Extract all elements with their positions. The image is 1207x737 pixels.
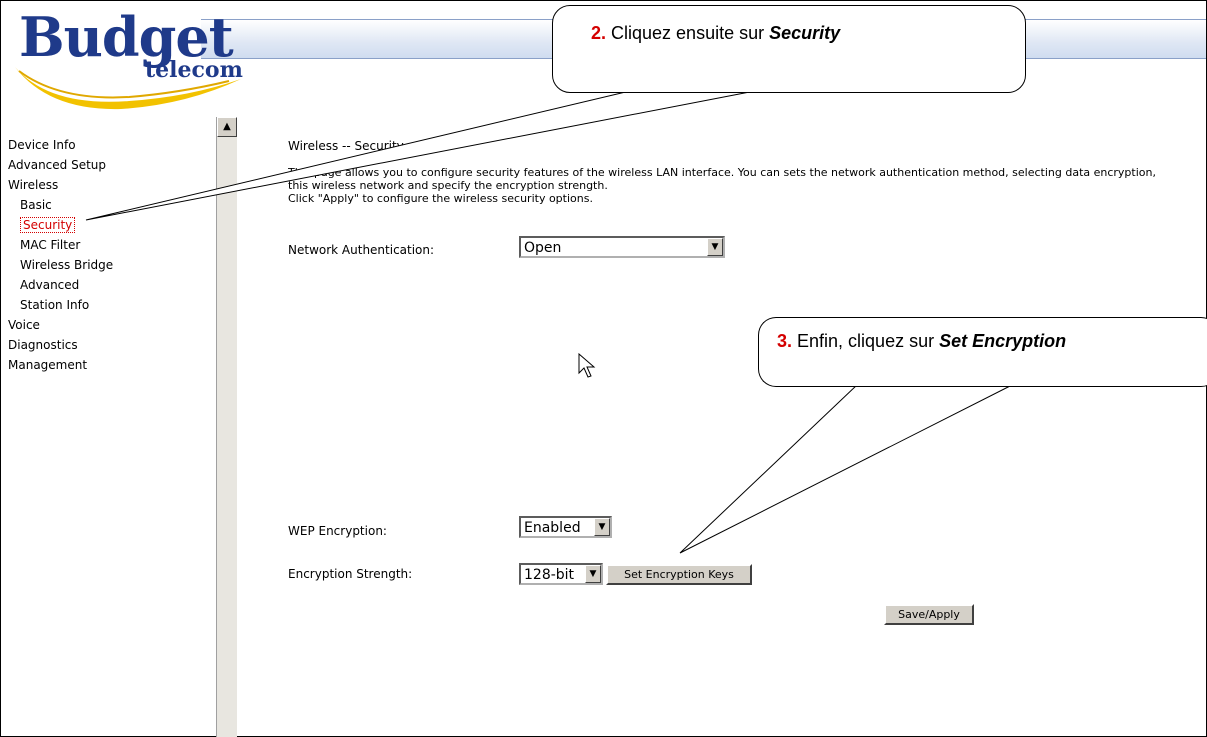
callout-3-pointer — [679, 383, 1015, 554]
callout-3-text: 3. Enfin, cliquez sur Set Encryption — [777, 331, 1066, 352]
callout-step-3: 3. Enfin, cliquez sur Set Encryption — [758, 317, 1207, 387]
callout-2-emphasis: Security — [769, 23, 841, 43]
callout-3-emphasis: Set Encryption — [939, 331, 1067, 351]
callout-3-label: Enfin, cliquez sur — [792, 331, 940, 351]
callout-step-2: 2. Cliquez ensuite sur Security — [552, 5, 1026, 93]
callout-2-pointer — [85, 89, 761, 221]
callout-3-number: 3. — [777, 331, 793, 351]
mouse-pointer-icon — [578, 353, 596, 378]
callout-2-text: 2. Cliquez ensuite sur Security — [591, 23, 840, 44]
callout-2-number: 2. — [591, 23, 607, 43]
callout-2-label: Cliquez ensuite sur — [606, 23, 770, 43]
